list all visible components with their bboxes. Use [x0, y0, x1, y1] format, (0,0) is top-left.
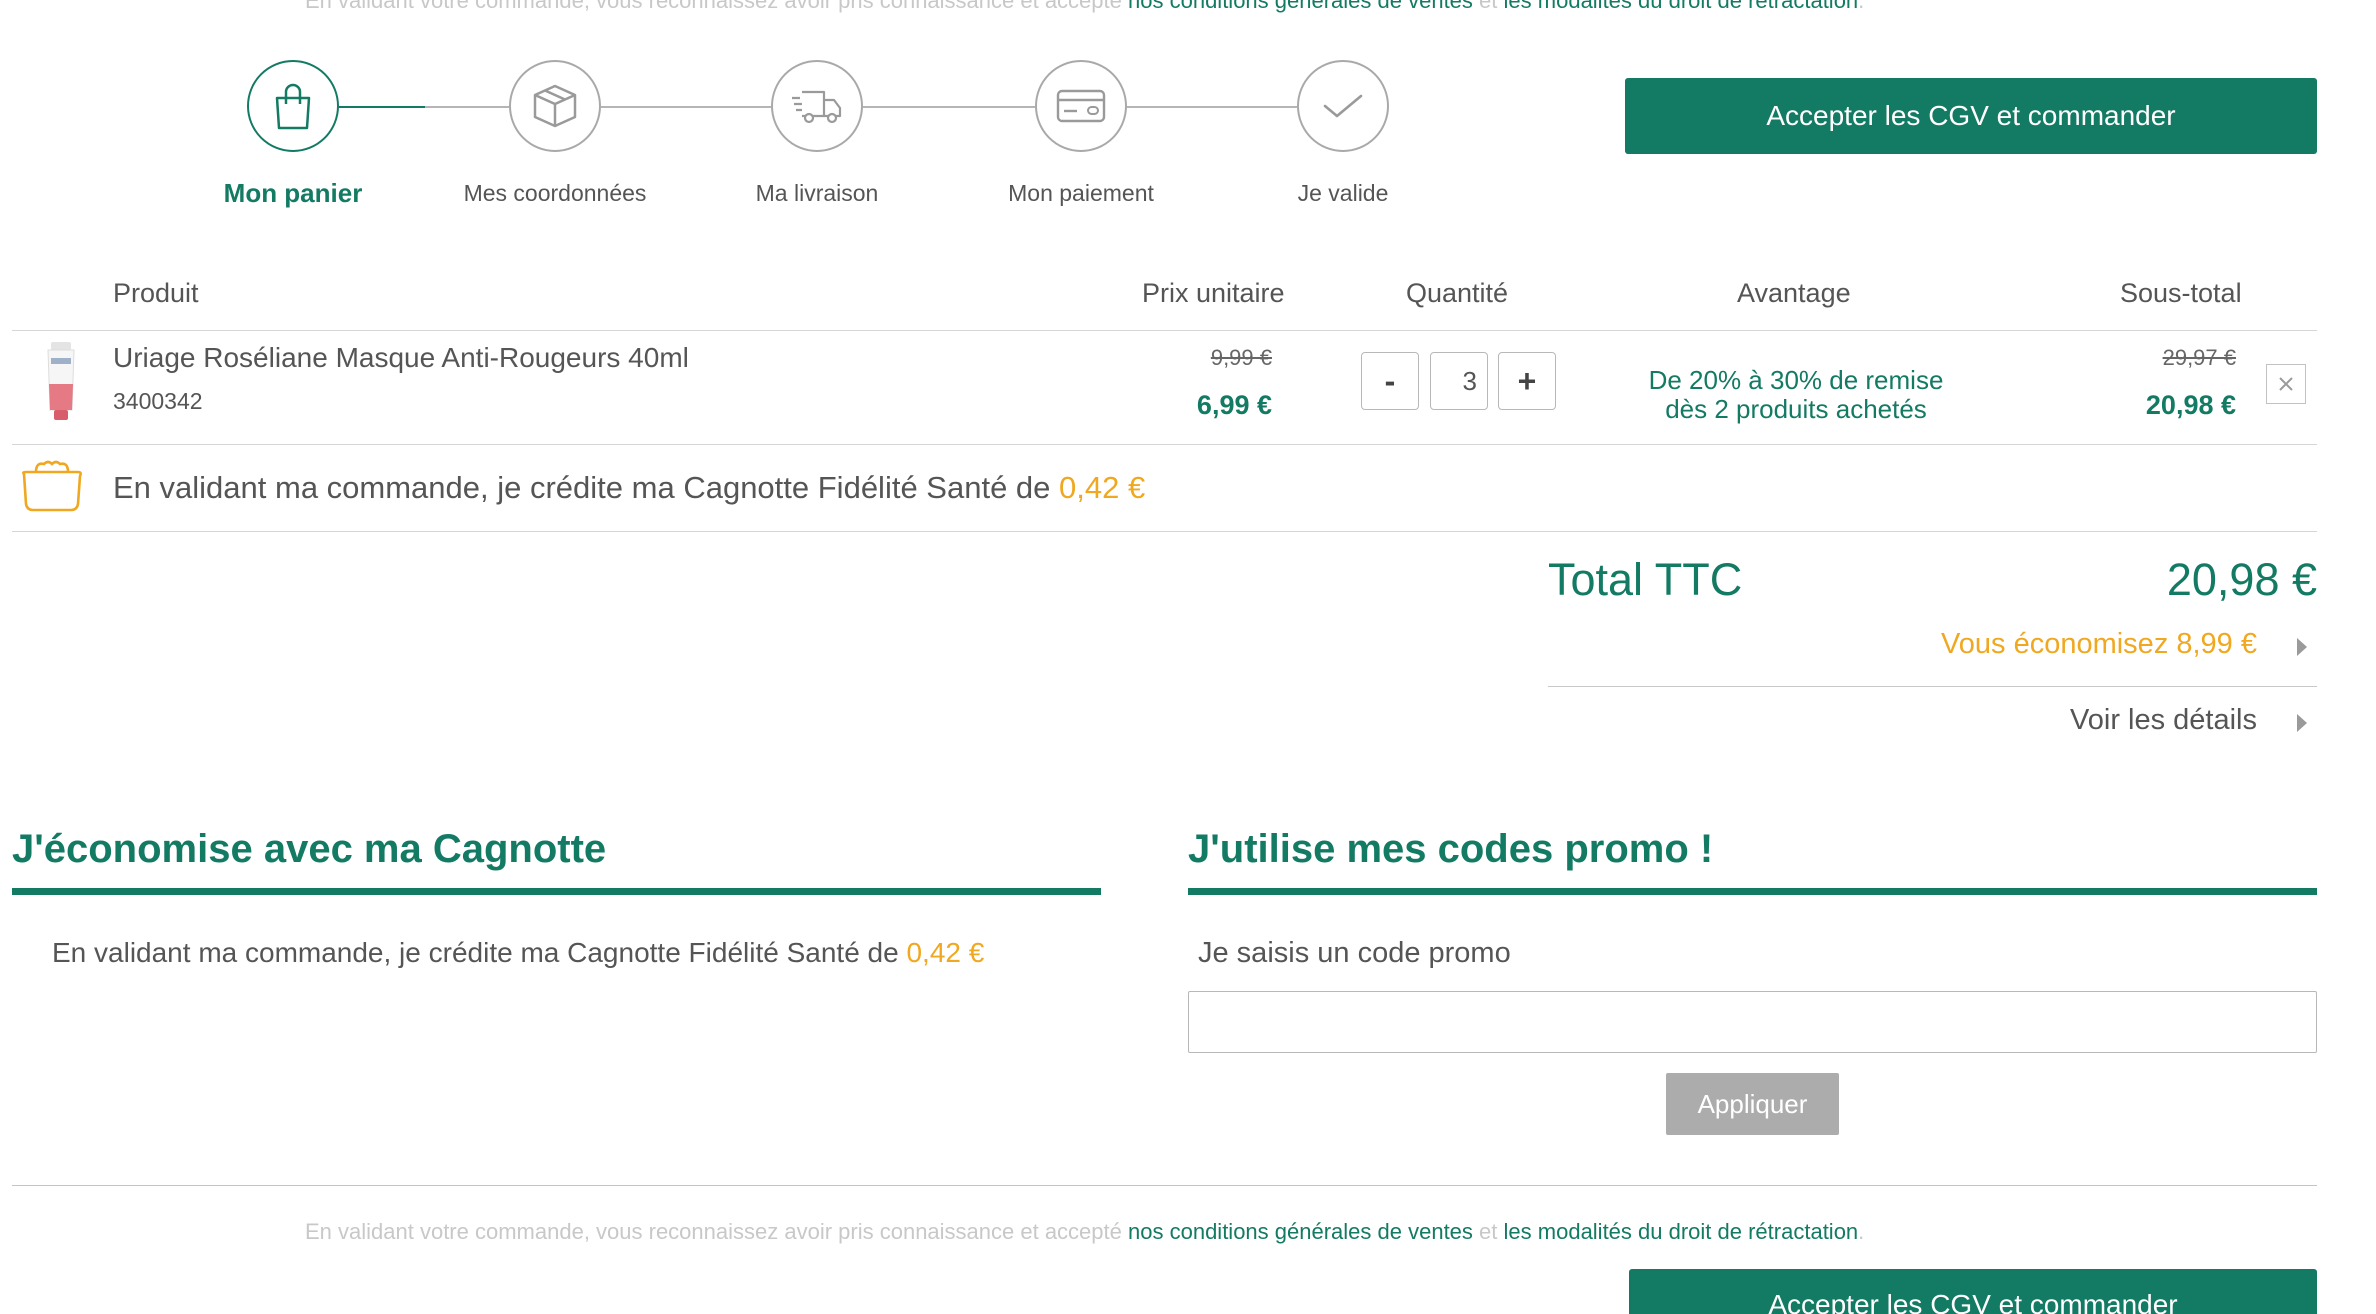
cgv-link-top[interactable]: nos conditions générales de ventes	[1128, 0, 1473, 13]
package-box-icon	[533, 84, 577, 128]
total-value: 20,98 €	[2166, 554, 2317, 605]
caret-right-icon	[2297, 638, 2307, 656]
retractation-link-top[interactable]: les modalités du droit de rétractation	[1504, 0, 1859, 13]
advantage-text: De 20% à 30% de remise dès 2 produits ac…	[1648, 365, 1944, 424]
legal-notice-bottom: En validant votre commande, vous reconna…	[305, 1219, 1865, 1244]
credit-card-icon	[1056, 89, 1106, 123]
step-panier[interactable]	[247, 60, 339, 152]
savings-toggle[interactable]: Vous économisez 8,99 €	[1800, 628, 2317, 668]
cgv-link-bottom[interactable]: nos conditions générales de ventes	[1128, 1219, 1473, 1244]
promo-input-label: Je saisis un code promo	[1198, 937, 1511, 969]
step-label-paiement: Mon paiement	[1008, 180, 1154, 206]
step-label-panier: Mon panier	[223, 178, 363, 208]
quantity-increase-button[interactable]: +	[1498, 352, 1556, 410]
total-label: Total TTC	[1548, 554, 1743, 605]
quantity-decrease-button[interactable]: -	[1361, 352, 1419, 410]
remove-item-button[interactable]	[2266, 364, 2306, 404]
savings-text: Vous économisez 8,99 €	[1941, 628, 2257, 660]
step-livraison[interactable]	[771, 60, 863, 152]
promo-section-title: J'utilise mes codes promo !	[1188, 827, 1714, 871]
quantity-input[interactable]	[1430, 352, 1488, 410]
checkmark-icon	[1323, 94, 1363, 118]
promo-code-input[interactable]	[1188, 991, 2317, 1053]
header-quantity: Quantité	[1406, 278, 1509, 308]
cagnotte-section-text: En validant ma commande, je crédite ma C…	[52, 937, 985, 968]
accept-cgv-order-button-bottom[interactable]: Accepter les CGV et commander	[1629, 1269, 2317, 1314]
legal-notice-top: En validant votre commande, vous reconna…	[305, 0, 1864, 14]
product-thumbnail[interactable]	[44, 340, 78, 422]
cagnotte-section-title: J'économise avec ma Cagnotte	[12, 827, 607, 871]
header-unit-price: Prix unitaire	[1142, 278, 1285, 308]
step-coordonnees[interactable]	[509, 60, 601, 152]
cagnotte-section-amount: 0,42 €	[906, 937, 985, 968]
step-label-validation: Je valide	[1297, 180, 1389, 206]
header-product: Produit	[113, 278, 199, 308]
step-label-coordonnees: Mes coordonnées	[463, 180, 647, 206]
subtotal: 20,98 €	[2145, 390, 2236, 420]
caret-right-icon	[2297, 714, 2307, 732]
view-details-toggle[interactable]: Voir les détails	[1800, 704, 2317, 744]
cagnotte-credit-row: En validant ma commande, je crédite ma C…	[113, 470, 1146, 505]
subtotal-old: 29,97 €	[2162, 345, 2236, 370]
step-paiement[interactable]	[1035, 60, 1127, 152]
unit-price: 6,99 €	[1196, 390, 1272, 420]
step-validation[interactable]	[1297, 60, 1389, 152]
step-label-livraison: Ma livraison	[755, 180, 879, 206]
header-subtotal: Sous-total	[2120, 278, 2242, 308]
view-details-text: Voir les détails	[2070, 704, 2257, 736]
product-reference: 3400342	[113, 388, 203, 414]
accept-cgv-order-button-top[interactable]: Accepter les CGV et commander	[1625, 78, 2317, 154]
piggy-wallet-icon	[22, 460, 82, 512]
unit-price-old: 9,99 €	[1210, 345, 1272, 370]
close-icon	[2279, 377, 2293, 391]
header-advantage: Avantage	[1737, 278, 1851, 308]
apply-promo-button[interactable]: Appliquer	[1666, 1073, 1839, 1135]
cagnotte-amount: 0,42 €	[1059, 470, 1146, 505]
shopping-bag-icon	[275, 83, 311, 130]
product-name[interactable]: Uriage Roséliane Masque Anti-Rougeurs 40…	[113, 342, 689, 374]
delivery-truck-icon	[792, 90, 842, 124]
retractation-link-bottom[interactable]: les modalités du droit de rétractation	[1504, 1219, 1859, 1244]
